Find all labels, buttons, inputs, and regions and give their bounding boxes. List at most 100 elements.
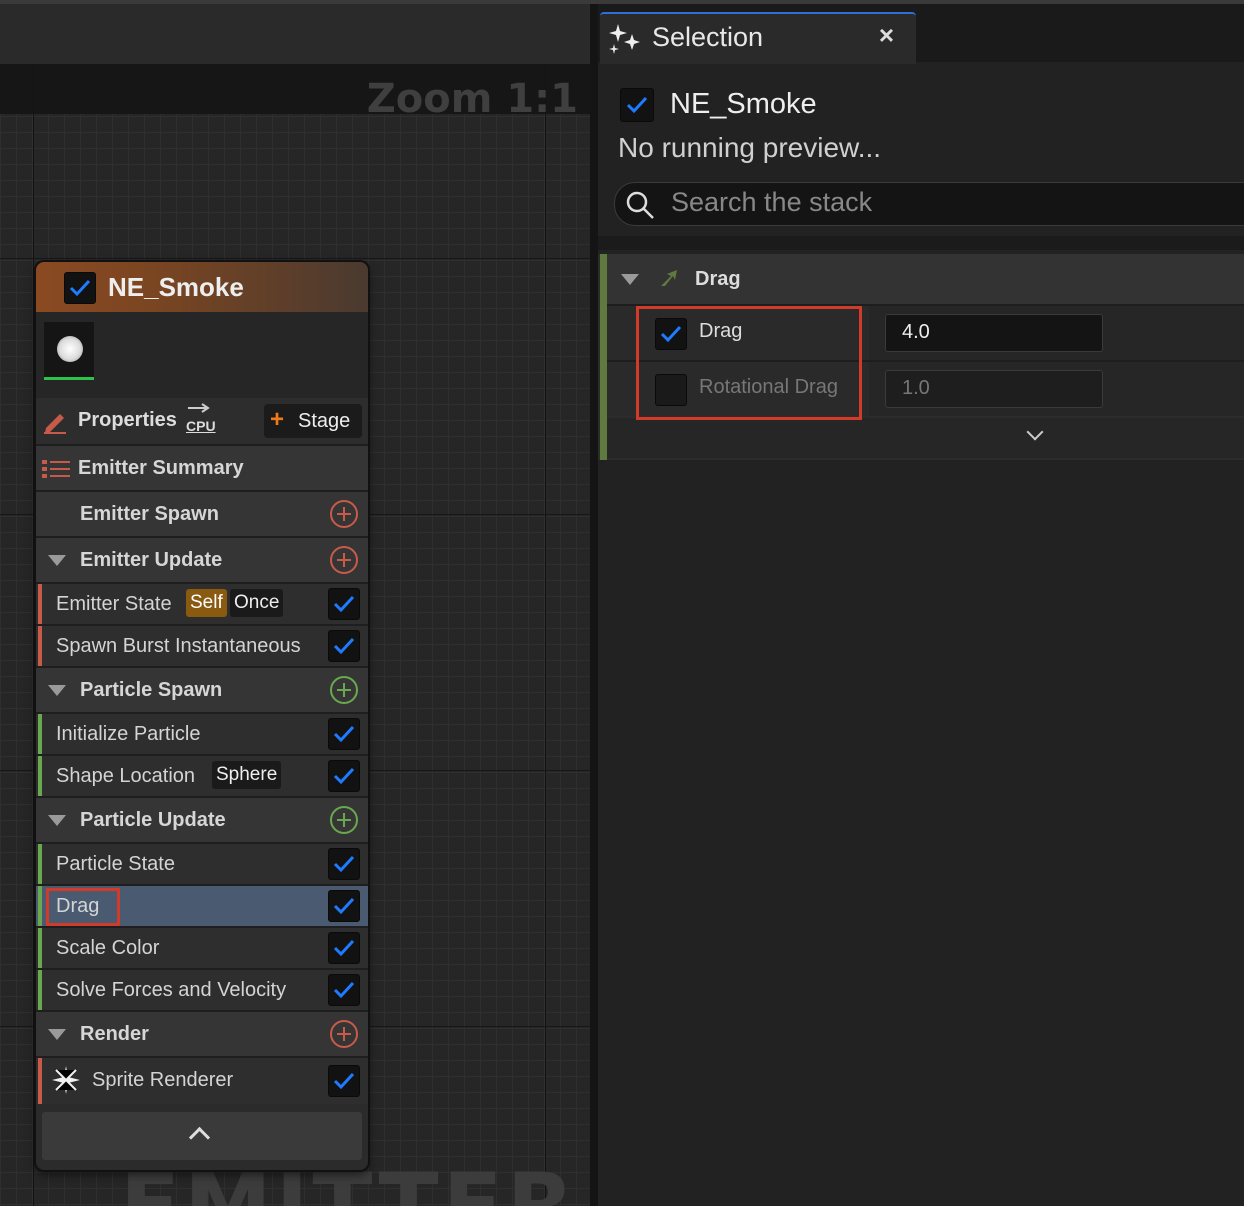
chevron-up-icon bbox=[188, 1126, 211, 1149]
section-emitter-spawn[interactable]: Emitter Spawn bbox=[36, 490, 368, 536]
module-accent bbox=[38, 756, 42, 796]
section-label: Particle Spawn bbox=[80, 679, 223, 701]
module-drag[interactable]: Drag bbox=[36, 884, 368, 926]
emitter-enable-checkbox[interactable] bbox=[64, 272, 96, 304]
module-label: Sprite Renderer bbox=[92, 1069, 234, 1091]
panel-splitter[interactable] bbox=[590, 4, 598, 1206]
section-label: Emitter Update bbox=[80, 549, 223, 571]
module-solve-forces[interactable]: Solve Forces and Velocity bbox=[36, 968, 368, 1010]
module-enable-checkbox[interactable] bbox=[328, 848, 360, 880]
section-emitter-update[interactable]: Emitter Update bbox=[36, 536, 368, 582]
selected-emitter-name: NE_Smoke bbox=[670, 88, 817, 120]
module-emitter-state[interactable]: Emitter State Self Once bbox=[36, 582, 368, 624]
tab-selection[interactable]: Selection × bbox=[600, 12, 916, 64]
sprite-renderer-icon bbox=[52, 1066, 80, 1094]
add-stage-button[interactable]: + Stage bbox=[264, 404, 362, 438]
properties-label: Properties bbox=[78, 409, 177, 431]
search-input[interactable]: Search the stack bbox=[614, 182, 1244, 226]
module-enable-checkbox[interactable] bbox=[328, 1065, 360, 1097]
grid-major-line bbox=[0, 258, 590, 259]
collapse-arrow-icon[interactable] bbox=[48, 815, 66, 826]
tab-bar: Selection × bbox=[598, 4, 1244, 64]
module-accent bbox=[38, 584, 42, 624]
module-tag: Once bbox=[230, 589, 284, 617]
preview-status: No running preview... bbox=[618, 132, 882, 163]
grid-major-line bbox=[545, 64, 546, 1206]
collapse-arrow-icon[interactable] bbox=[48, 555, 66, 566]
section-particle-spawn[interactable]: Particle Spawn bbox=[36, 666, 368, 712]
module-accent bbox=[38, 928, 42, 968]
search-placeholder: Search the stack bbox=[671, 187, 873, 217]
module-enable-checkbox[interactable] bbox=[328, 588, 360, 620]
pencil-icon bbox=[44, 414, 66, 434]
module-initialize-particle[interactable]: Initialize Particle bbox=[36, 712, 368, 754]
module-label: Shape Location bbox=[56, 765, 196, 787]
emitter-thumbnail[interactable] bbox=[44, 322, 94, 380]
module-accent bbox=[38, 626, 42, 666]
stack-divider bbox=[598, 236, 1244, 250]
section-render[interactable]: Render bbox=[36, 1010, 368, 1056]
collapse-arrow-icon[interactable] bbox=[621, 274, 639, 285]
param-value-input[interactable]: 1.0 bbox=[885, 370, 1103, 408]
add-renderer-button[interactable] bbox=[330, 1020, 358, 1048]
module-spawn-burst[interactable]: Spawn Burst Instantaneous bbox=[36, 624, 368, 666]
collapse-arrow-icon[interactable] bbox=[48, 1029, 66, 1040]
collapse-node-button[interactable] bbox=[42, 1112, 362, 1160]
search-icon bbox=[626, 191, 654, 219]
close-icon[interactable]: × bbox=[879, 20, 894, 51]
module-enable-checkbox[interactable] bbox=[328, 630, 360, 662]
add-module-button[interactable] bbox=[330, 500, 358, 528]
zoom-label: Zoom 1:1 bbox=[366, 76, 578, 122]
stage-button-label: Stage bbox=[298, 410, 351, 432]
module-shape-location[interactable]: Shape Location Sphere bbox=[36, 754, 368, 796]
module-particle-state[interactable]: Particle State bbox=[36, 842, 368, 884]
highlight-box bbox=[46, 888, 120, 926]
check-icon bbox=[333, 767, 355, 785]
module-title: Drag bbox=[695, 268, 741, 290]
emitter-name: NE_Smoke bbox=[108, 272, 244, 302]
module-label: Solve Forces and Velocity bbox=[56, 979, 287, 1001]
check-icon bbox=[69, 279, 91, 297]
check-icon bbox=[333, 897, 355, 915]
module-enable-checkbox[interactable] bbox=[328, 890, 360, 922]
param-value: 1.0 bbox=[902, 377, 930, 399]
module-accent bbox=[38, 1058, 42, 1104]
expand-advanced-row[interactable] bbox=[607, 418, 1244, 458]
drag-module-panel: Drag Drag 4.0 Rotational Drag 1.0 bbox=[598, 254, 1244, 460]
check-icon bbox=[626, 96, 648, 114]
add-module-button[interactable] bbox=[330, 546, 358, 574]
check-icon bbox=[333, 637, 355, 655]
section-particle-update[interactable]: Particle Update bbox=[36, 796, 368, 842]
module-tag: Sphere bbox=[212, 761, 282, 789]
module-enable-checkbox[interactable] bbox=[328, 760, 360, 792]
module-sprite-renderer[interactable]: Sprite Renderer bbox=[36, 1056, 368, 1104]
module-label: Initialize Particle bbox=[56, 723, 201, 745]
module-accent bbox=[38, 886, 42, 926]
chevron-down-icon bbox=[1026, 423, 1044, 441]
collapse-arrow-icon[interactable] bbox=[48, 685, 66, 696]
tab-label: Selection bbox=[652, 22, 764, 52]
section-label: Render bbox=[80, 1023, 149, 1045]
emitter-node[interactable]: NE_Smoke Properties CPU + Stage Emitter … bbox=[36, 262, 368, 1170]
sim-target-icon bbox=[188, 403, 210, 413]
drag-module-header[interactable]: Drag bbox=[607, 254, 1244, 304]
list-icon bbox=[42, 460, 70, 478]
properties-row[interactable]: Properties CPU + Stage bbox=[36, 398, 368, 444]
sim-target-label[interactable]: CPU bbox=[186, 418, 216, 434]
thumbnail-area bbox=[36, 312, 368, 398]
selection-enable-checkbox[interactable] bbox=[620, 88, 654, 122]
emitter-node-title[interactable]: NE_Smoke bbox=[36, 262, 368, 312]
module-enable-checkbox[interactable] bbox=[328, 932, 360, 964]
module-enable-checkbox[interactable] bbox=[328, 718, 360, 750]
add-module-button[interactable] bbox=[330, 806, 358, 834]
module-label: Spawn Burst Instantaneous bbox=[56, 635, 301, 657]
check-icon bbox=[333, 939, 355, 957]
check-icon bbox=[333, 725, 355, 743]
add-module-button[interactable] bbox=[330, 676, 358, 704]
check-icon bbox=[333, 595, 355, 613]
module-scale-color[interactable]: Scale Color bbox=[36, 926, 368, 968]
selection-panel: Selection × NE_Smoke No running preview.… bbox=[598, 4, 1244, 1206]
module-enable-checkbox[interactable] bbox=[328, 974, 360, 1006]
param-value-input[interactable]: 4.0 bbox=[885, 314, 1103, 352]
emitter-summary-row[interactable]: Emitter Summary bbox=[36, 444, 368, 490]
